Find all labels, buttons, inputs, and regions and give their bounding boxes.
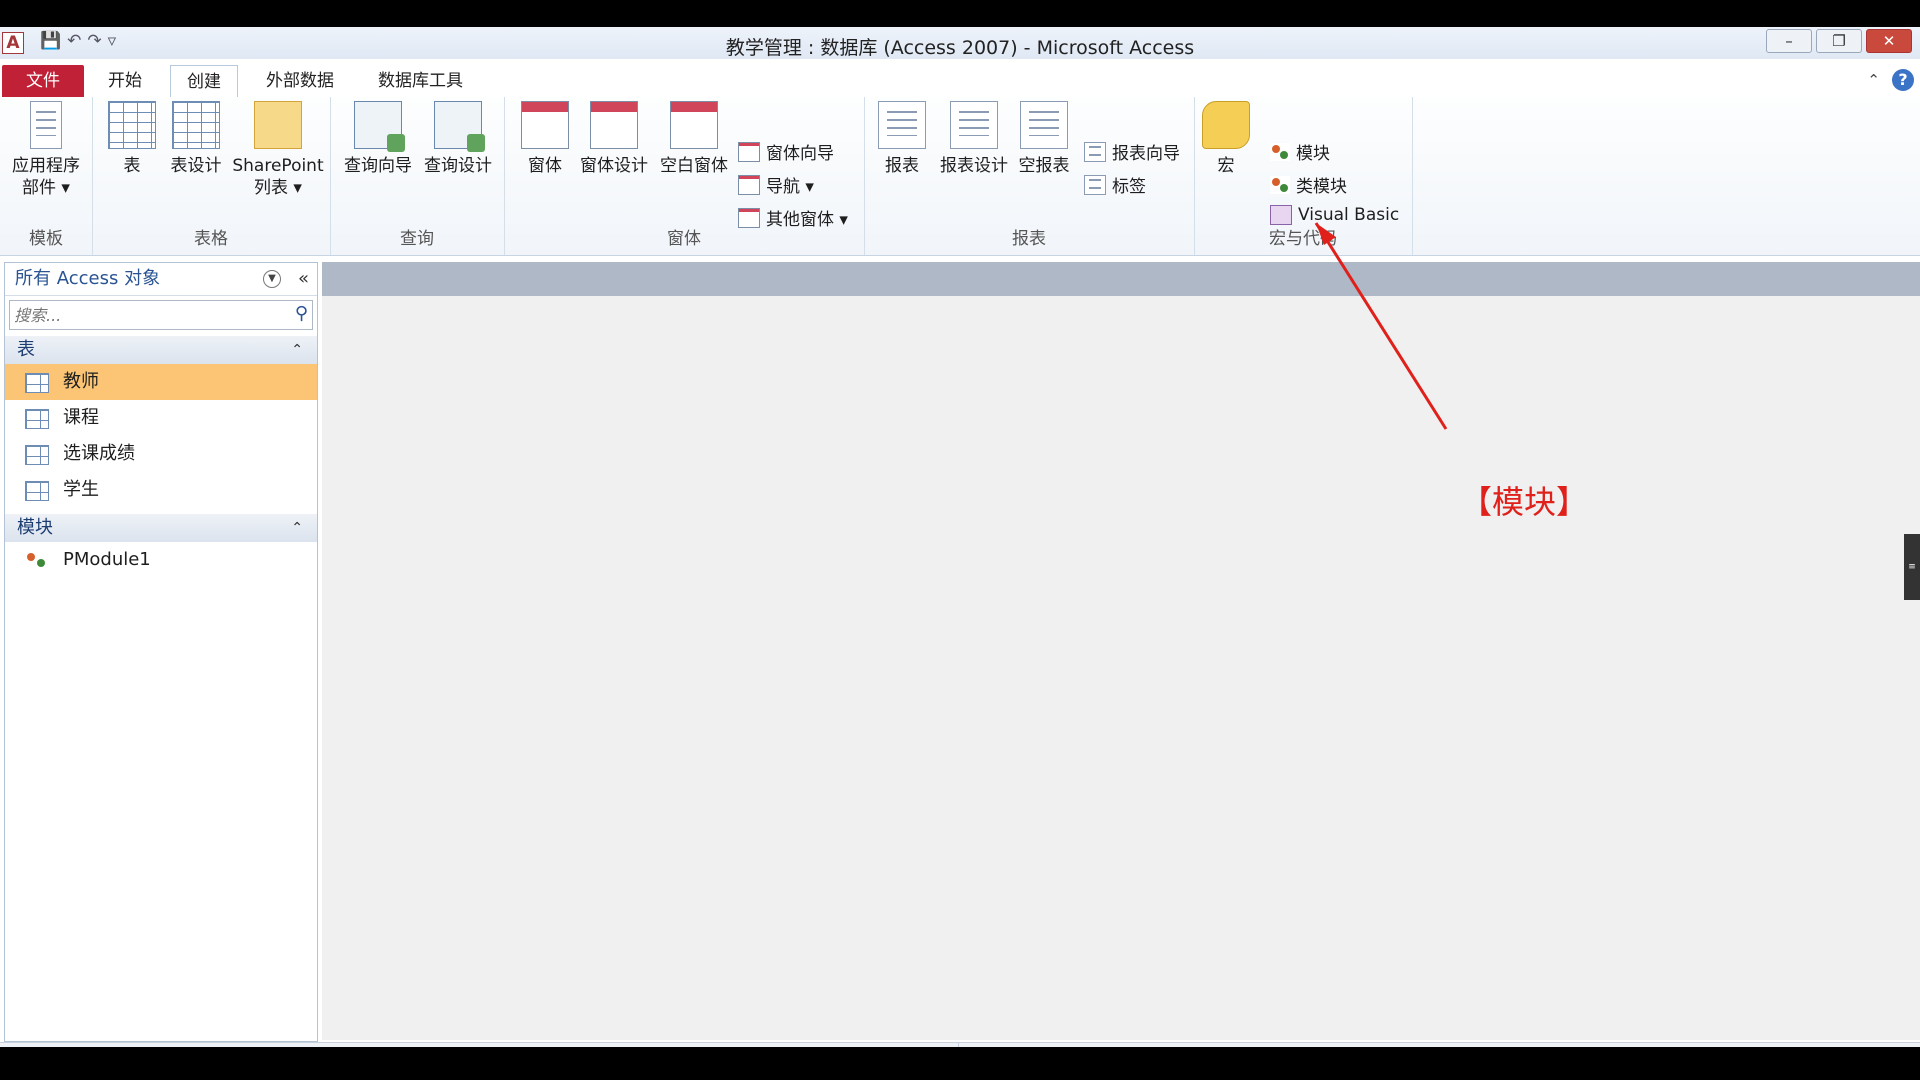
form-icon [521,101,569,149]
minimize-ribbon-icon[interactable]: ⌃ [1867,71,1880,89]
chevron-up-icon[interactable]: ⌃ [291,514,303,542]
nav-header[interactable]: 所有 Access 对象 ▼ « [5,263,317,296]
list-item[interactable]: 选课成绩 [5,436,317,472]
status-divider [958,1043,959,1047]
app-parts-icon [30,101,62,149]
window-controls: – ❐ ✕ [1766,29,1912,53]
list-item[interactable]: 课程 [5,400,317,436]
list-item[interactable]: 教师 [5,364,317,400]
access-window: A 💾 ↶ ↷ ▿ 教学管理 : 数据库 (Access 2007) - Mic… [0,27,1920,1047]
macro-icon [1202,101,1250,149]
group-forms: 窗体 窗体设计 空白窗体 窗体向导 导航 ▾ 其他窗体 ▾ 窗体 [504,97,865,255]
report-button[interactable]: 报表 [870,101,934,177]
report-wizard-icon [1084,141,1106,162]
module-icon [25,551,47,569]
minimize-button[interactable]: – [1766,29,1812,53]
nav-dropdown-icon[interactable]: ▼ [263,270,281,288]
labels-icon [1084,174,1106,195]
form-design-button[interactable]: 窗体设计 [574,101,654,177]
tab-file[interactable]: 文件 [2,65,84,97]
annotation-label: 【模块】 [1460,483,1589,521]
chevron-up-icon[interactable]: ⌃ [291,336,303,364]
search-icon[interactable]: ⚲ [295,303,308,324]
group-reports: 报表 报表设计 空报表 报表向导 标签 报表 [864,97,1195,255]
navigation-pane: 所有 Access 对象 ▼ « ⚲ 表 ⌃ 教师 课程 选课成绩 学生 [4,262,318,1042]
labels-button[interactable]: 标签 [1084,172,1146,197]
macro-button[interactable]: 宏 [1198,101,1254,177]
list-item[interactable]: PModule1 [5,542,317,578]
table-design-button[interactable]: 表设计 [164,101,228,177]
tab-create[interactable]: 创建 [170,65,238,98]
document-tab-bar [322,262,1920,296]
group-templates: 应用程序 部件 ▾ 模板 [0,97,93,255]
blank-form-button[interactable]: 空白窗体 [654,101,734,177]
form-wizard-button[interactable]: 窗体向导 [738,139,834,164]
section-tables[interactable]: 表 ⌃ [5,336,317,364]
close-button[interactable]: ✕ [1866,29,1912,53]
table-design-icon [172,101,220,149]
module-icon [1270,142,1290,161]
annotation-arrow [1314,222,1448,430]
workspace: ≡ [322,262,1920,1040]
query-design-button[interactable]: 查询设计 [418,101,498,177]
tab-external-data[interactable]: 外部数据 [250,65,350,97]
app-parts-button[interactable]: 应用程序 部件 ▾ [6,101,86,199]
ribbon: 应用程序 部件 ▾ 模板 表 表设计 SharePoint 列表 ▾ 表格 查询… [0,97,1920,256]
query-wizard-button[interactable]: 查询向导 [338,101,418,177]
blank-form-icon [670,101,718,149]
class-module-icon [1270,175,1290,194]
report-wizard-button[interactable]: 报表向导 [1084,139,1180,164]
search-input[interactable] [10,301,276,329]
form-button[interactable]: 窗体 [512,101,578,177]
blank-report-icon [1020,101,1068,149]
group-tables: 表 表设计 SharePoint 列表 ▾ 表格 [92,97,331,255]
collapse-pane-icon[interactable]: « [298,263,309,295]
restore-button[interactable]: ❐ [1816,29,1862,53]
table-icon [108,101,156,149]
class-module-button[interactable]: 类模块 [1270,172,1347,197]
tab-database-tools[interactable]: 数据库工具 [362,65,479,97]
sharepoint-list-button[interactable]: SharePoint 列表 ▾ [228,101,328,199]
title-bar: A 💾 ↶ ↷ ▿ 教学管理 : 数据库 (Access 2007) - Mic… [0,27,1920,59]
query-wizard-icon [354,101,405,152]
list-item[interactable]: 学生 [5,472,317,508]
report-design-icon [950,101,998,149]
sharepoint-icon [254,101,302,149]
status-bar: 就绪 数字 [0,1042,1920,1047]
visual-basic-icon [1270,205,1292,225]
form-wizard-icon [738,141,760,162]
navigation-icon [738,174,760,195]
section-modules[interactable]: 模块 ⌃ [5,514,317,542]
window-title: 教学管理 : 数据库 (Access 2007) - Microsoft Acc… [725,37,1195,59]
blank-report-button[interactable]: 空报表 [1012,101,1076,177]
table-icon [25,481,49,501]
ribbon-tabs: 文件 开始 创建 外部数据 数据库工具 ⌃ ? [0,65,1920,98]
nav-search: ⚲ [9,300,313,330]
query-design-icon [434,101,485,152]
report-design-button[interactable]: 报表设计 [934,101,1014,177]
table-button[interactable]: 表 [104,101,160,177]
table-icon [25,373,49,393]
navigation-button[interactable]: 导航 ▾ [738,172,814,197]
group-queries: 查询向导 查询设计 查询 [330,97,505,255]
report-icon [878,101,926,149]
table-icon [25,409,49,429]
form-design-icon [590,101,638,149]
tab-home[interactable]: 开始 [92,65,158,97]
module-button[interactable]: 模块 [1270,139,1330,164]
help-icon[interactable]: ? [1892,69,1914,91]
side-handle[interactable]: ≡ [1904,534,1920,600]
table-icon [25,445,49,465]
